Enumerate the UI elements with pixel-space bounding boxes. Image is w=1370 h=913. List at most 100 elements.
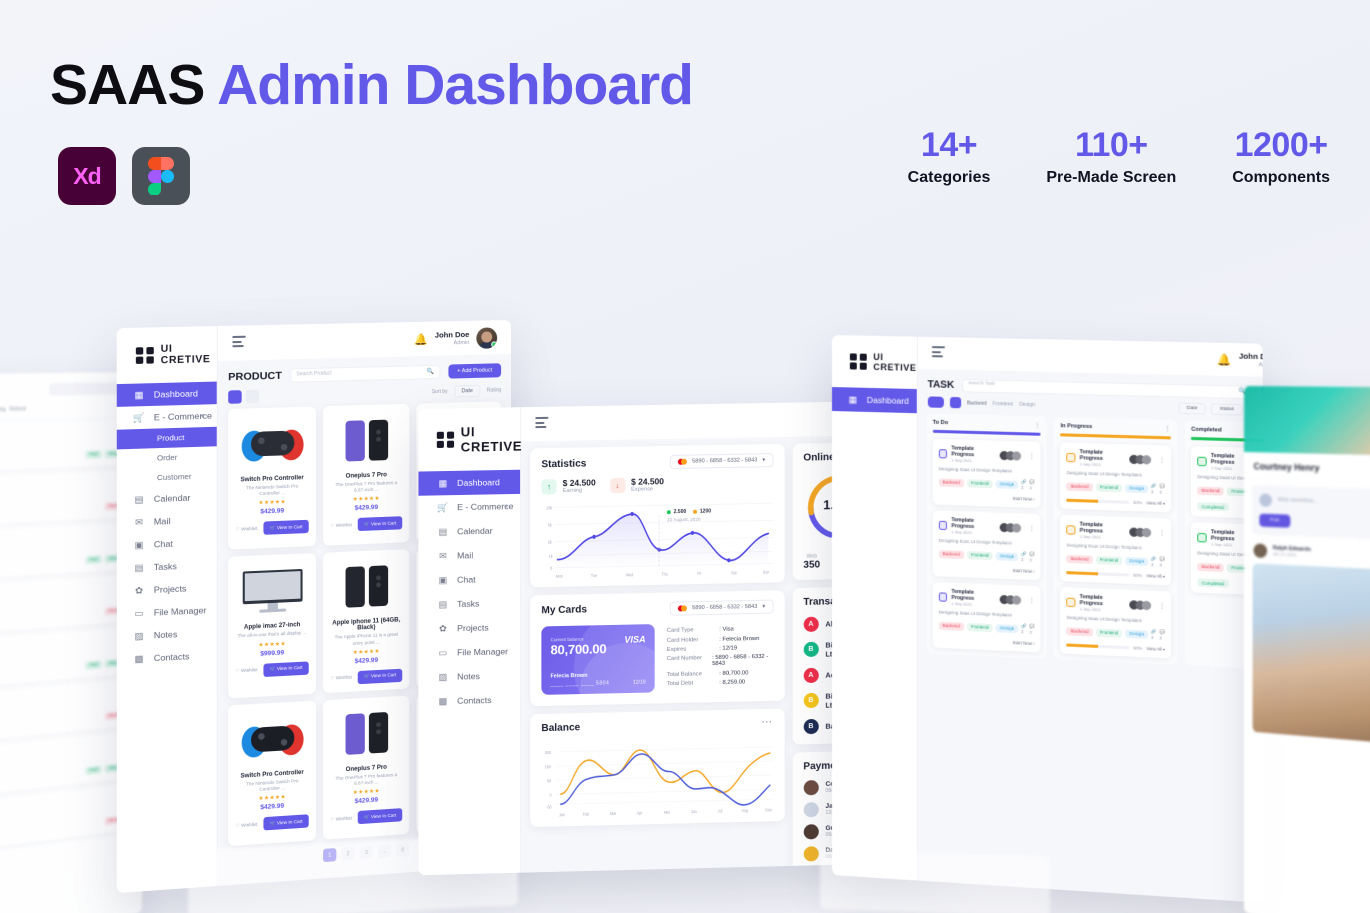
completed-badge: Completed <box>1197 578 1229 588</box>
card-select[interactable]: 5890 - 6858 - 6332 - 5843 ▾ <box>669 453 774 470</box>
order-row[interactable]: #5804 Tammy Sanchez1 Sep 2021⋮$3171PaidS… <box>0 523 134 583</box>
task-card[interactable]: Template Progress1 Sep 2021⋮Designing Sa… <box>932 510 1042 581</box>
user-menu[interactable]: 🔔 John Doe Admin <box>414 326 498 350</box>
more-options-icon[interactable]: ⋮ <box>1029 453 1035 460</box>
sidebar-item-dashboard[interactable]: ▦ Dashboard <box>832 387 917 414</box>
more-options-icon[interactable]: ⋮ <box>1034 421 1041 429</box>
filter-refund[interactable]: Refund <box>10 406 26 413</box>
sidebar-item-dashboard[interactable]: ▦ Dashboard <box>116 381 217 407</box>
sidebar-item-notes[interactable]: ▨ Notes <box>418 663 520 689</box>
sidebar-item-contacts[interactable]: ▩ Contacts <box>117 644 217 672</box>
task-card[interactable]: Template Progress1 Sep 2021⋮Designing Sa… <box>932 438 1042 509</box>
product-card[interactable]: Switch Pro Controller The Nintendo Switch… <box>228 406 316 550</box>
view-in-cart-button[interactable]: 🛒 View In Cart <box>263 814 309 831</box>
wishlist-button[interactable]: ♡ Wishlist <box>235 526 257 533</box>
filter-frontend[interactable]: Frontend <box>993 401 1013 408</box>
product-card[interactable]: Apple iphone 11 (64GB, Black) The Apple i… <box>323 549 410 693</box>
filter-design[interactable]: Design <box>1019 401 1035 408</box>
wishlist-button[interactable]: ♡ Wishlist <box>330 675 352 682</box>
view-toggle[interactable] <box>927 396 944 408</box>
more-options-icon[interactable]: ⋮ <box>1159 602 1165 609</box>
sidebar-item-e-commerce[interactable]: 🛒 E - Commerce ▾ <box>117 404 217 430</box>
date-filter[interactable]: Date <box>1178 402 1206 415</box>
card-number: 5890 - 6858 - 6332 - 5843 <box>692 603 758 611</box>
comment-count: 💬 3 <box>1029 551 1035 563</box>
chat-icon: ▣ <box>438 574 448 585</box>
sidebar-item-contacts[interactable]: ▩ Contacts <box>418 687 520 713</box>
format-badges: Xd <box>58 147 190 205</box>
card-select[interactable]: 5890 - 6858 - 6332 - 5843 ▾ <box>669 599 774 616</box>
contacts-icon: ▩ <box>438 695 448 706</box>
stat-value: 14+ <box>920 126 978 164</box>
order-row[interactable]: #5804 Tammy Sanchez1 Sep 2021⋮$3171PaidS… <box>0 419 134 473</box>
start-now-button[interactable]: Start Now › <box>939 637 1034 646</box>
sidebar-item-mail[interactable]: ✉ Mail <box>418 542 520 568</box>
card-expiry: 12/19 <box>632 679 646 686</box>
more-options-icon[interactable]: ⋮ <box>1159 457 1165 464</box>
more-options-icon[interactable]: ⋮ <box>1159 529 1165 537</box>
view-all-button[interactable]: View All ▾ <box>1146 573 1165 579</box>
wishlist-button[interactable]: ♡ Wishlist <box>235 821 257 829</box>
filter-backend[interactable]: Backend <box>967 400 987 407</box>
sidebar-item-projects[interactable]: ✿ Projects <box>418 615 520 641</box>
start-now-button[interactable]: Start Now › <box>939 493 1034 502</box>
stat-label: Categories <box>907 168 991 186</box>
sidebar-item-file-manager[interactable]: ▭ File Manager <box>418 639 520 665</box>
view-in-cart-button[interactable]: 🛒 View In Cart <box>357 808 403 825</box>
sidebar-item-label: Notes <box>153 628 178 641</box>
status-filter[interactable]: Status <box>1211 403 1243 416</box>
product-card[interactable]: Oneplus 7 Pro The OnePlus 7 Pro features … <box>323 403 410 547</box>
spec-key: Card Holder <box>666 636 699 644</box>
sort-select[interactable]: Date <box>454 384 480 398</box>
chevron-down-icon: ▾ <box>200 412 205 421</box>
view-all-button[interactable]: View All ▾ <box>1146 500 1165 506</box>
product-card[interactable]: Oneplus 7 Pro The OnePlus 7 Pro features … <box>323 695 410 840</box>
notification-bell-icon[interactable]: 🔔 <box>1217 353 1231 367</box>
sidebar-item-calendar[interactable]: ▤ Calendar <box>418 518 520 544</box>
menu-toggle-icon[interactable] <box>535 417 549 430</box>
sidebar-item-dashboard[interactable]: ▦ Dashboard <box>418 469 521 496</box>
view-in-cart-button[interactable]: 🛒 View In Cart <box>263 520 309 536</box>
task-tag-backend: Backend <box>938 621 964 631</box>
add-product-button[interactable]: + Add Product <box>448 363 502 379</box>
view-in-cart-button[interactable]: 🛒 View In Cart <box>357 516 403 532</box>
menu-toggle-icon[interactable] <box>232 336 246 350</box>
composer-placeholder[interactable]: Write something... <box>1278 497 1317 504</box>
product-card[interactable]: Switch Pro Controller The Nintendo Switch… <box>228 700 316 847</box>
task-card[interactable]: Template Progress1 Sep 2021⋮Designing Sa… <box>1060 587 1172 659</box>
view-in-cart-button[interactable]: 🛒 View In Cart <box>357 668 403 684</box>
menu-toggle-icon[interactable] <box>931 346 945 360</box>
filter-pending[interactable]: Pending <box>0 406 6 413</box>
user-menu[interactable]: 🔔 John Doe Admin <box>1217 348 1263 372</box>
wishlist-button[interactable]: ♡ Wishlist <box>330 815 352 823</box>
wishlist-button[interactable]: ♡ Wishlist <box>330 522 352 529</box>
task-card[interactable]: Template Progress1 Sep 2021⋮Designing Sa… <box>1060 514 1172 586</box>
order-row[interactable]: #5804 Tammy Sanchez1 Sep 2021⋮$3171Pendi… <box>0 783 134 858</box>
svg-text:Thu: Thu <box>662 571 669 577</box>
notification-bell-icon[interactable]: 🔔 <box>414 332 428 345</box>
order-row[interactable]: #5804 Tammy Sanchez1 Sep 2021⋮$3171Pendi… <box>0 471 134 528</box>
more-options-icon[interactable]: ⋯ <box>761 716 773 728</box>
svg-text:-50: -50 <box>546 803 552 809</box>
grid-view-toggle[interactable] <box>228 390 242 404</box>
start-now-button[interactable]: Start Now › <box>939 565 1034 574</box>
view-all-button[interactable]: View All ▾ <box>1146 646 1165 652</box>
post-button[interactable]: Post <box>1259 513 1290 528</box>
sidebar-item-tasks[interactable]: ▤ Tasks <box>418 591 520 617</box>
wishlist-button[interactable]: ♡ Wishlist <box>235 667 257 674</box>
filter-all[interactable] <box>949 396 961 409</box>
sidebar-item-chat[interactable]: ▣ Chat <box>418 566 520 592</box>
more-options-icon[interactable]: ⋮ <box>1029 597 1035 604</box>
spec-key: Expires <box>666 646 687 653</box>
more-options-icon[interactable]: ⋮ <box>1029 525 1035 532</box>
sidebar-item-e-commerce[interactable]: 🛒 E - Commerce ▾ <box>418 494 520 520</box>
list-view-toggle[interactable] <box>245 389 260 404</box>
avatar[interactable] <box>476 326 498 349</box>
search-icon[interactable]: 🔍 <box>427 367 435 374</box>
task-card[interactable]: Template Progress1 Sep 2021⋮Designing Sa… <box>1060 442 1172 513</box>
rating-filter[interactable]: Rating <box>487 387 501 393</box>
more-options-icon[interactable]: ⋮ <box>1164 425 1171 433</box>
task-card[interactable]: Template Progress1 Sep 2021⋮Designing Sa… <box>932 582 1042 653</box>
view-in-cart-button[interactable]: 🛒 View In Cart <box>263 660 309 677</box>
product-card[interactable]: Apple imac 27-inch The all-in-one that's … <box>228 553 316 699</box>
